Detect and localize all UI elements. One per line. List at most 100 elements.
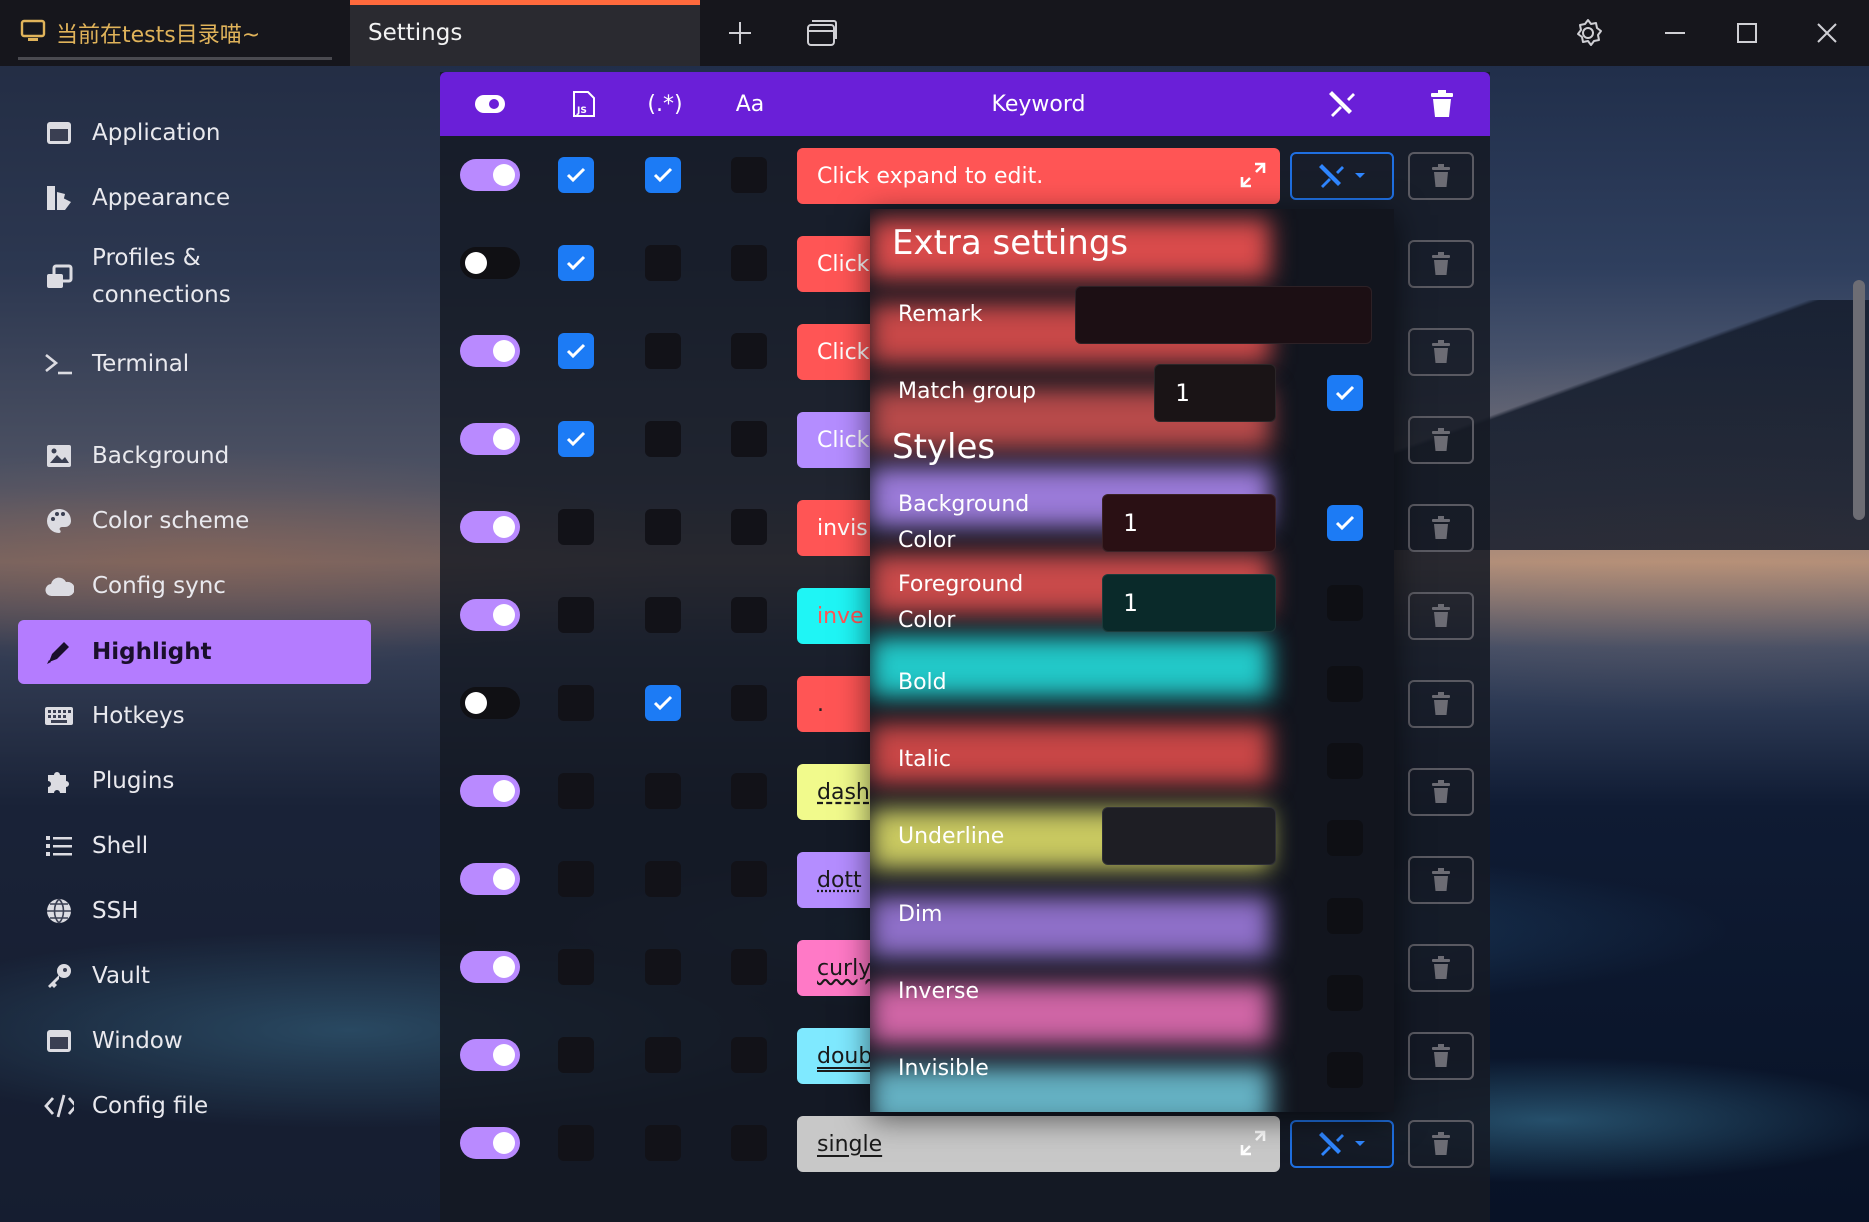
- regex-checkbox[interactable]: [645, 421, 681, 457]
- js-checkbox[interactable]: [558, 245, 594, 281]
- sidebar-item-appearance[interactable]: Appearance: [18, 166, 371, 230]
- enabled-toggle[interactable]: [460, 951, 520, 983]
- background-color-input[interactable]: 1: [1102, 494, 1276, 552]
- close-button[interactable]: [1802, 0, 1852, 66]
- terminal-tab[interactable]: 当前在tests目录喵~: [0, 0, 350, 66]
- case-checkbox[interactable]: [731, 1125, 767, 1161]
- case-checkbox[interactable]: [731, 861, 767, 897]
- regex-checkbox[interactable]: [645, 861, 681, 897]
- case-checkbox[interactable]: [731, 949, 767, 985]
- italic-checkbox[interactable]: [1327, 743, 1363, 779]
- case-checkbox[interactable]: [731, 773, 767, 809]
- enabled-toggle[interactable]: [460, 335, 520, 367]
- regex-checkbox[interactable]: [645, 509, 681, 545]
- dim-checkbox[interactable]: [1327, 898, 1363, 934]
- regex-checkbox[interactable]: [645, 773, 681, 809]
- new-tab-button[interactable]: [720, 0, 760, 66]
- js-checkbox[interactable]: [558, 773, 594, 809]
- enabled-toggle[interactable]: [460, 511, 520, 543]
- case-checkbox[interactable]: [731, 245, 767, 281]
- sidebar-item-plugins[interactable]: Plugins: [18, 749, 371, 813]
- case-checkbox[interactable]: [731, 421, 767, 457]
- delete-button[interactable]: [1408, 1120, 1474, 1168]
- regex-checkbox[interactable]: [645, 597, 681, 633]
- js-checkbox[interactable]: [558, 861, 594, 897]
- sidebar-item-config-sync[interactable]: Config sync: [18, 554, 371, 618]
- invisible-checkbox[interactable]: [1327, 1052, 1363, 1088]
- js-checkbox[interactable]: [558, 421, 594, 457]
- delete-button[interactable]: [1408, 1032, 1474, 1080]
- case-checkbox[interactable]: [731, 333, 767, 369]
- regex-checkbox[interactable]: [645, 245, 681, 281]
- keyword-field[interactable]: Click expand to edit.: [797, 148, 1280, 204]
- delete-button[interactable]: [1408, 504, 1474, 552]
- regex-checkbox[interactable]: [645, 1037, 681, 1073]
- bold-checkbox[interactable]: [1327, 666, 1363, 702]
- regex-checkbox[interactable]: [645, 685, 681, 721]
- sidebar-item-ssh[interactable]: SSH: [18, 879, 371, 943]
- case-checkbox[interactable]: [731, 1037, 767, 1073]
- js-checkbox[interactable]: [558, 685, 594, 721]
- page-scrollbar[interactable]: [1853, 280, 1865, 520]
- underline-checkbox[interactable]: [1327, 820, 1363, 856]
- minimize-button[interactable]: [1650, 0, 1700, 66]
- delete-button[interactable]: [1408, 416, 1474, 464]
- inverse-checkbox[interactable]: [1327, 975, 1363, 1011]
- case-checkbox[interactable]: [731, 685, 767, 721]
- keyword-field[interactable]: single: [797, 1116, 1280, 1172]
- sidebar-item-terminal[interactable]: Terminal: [18, 332, 371, 396]
- tools-dropdown-button[interactable]: [1290, 1120, 1394, 1168]
- delete-button[interactable]: [1408, 856, 1474, 904]
- js-checkbox[interactable]: [558, 333, 594, 369]
- js-checkbox[interactable]: [558, 157, 594, 193]
- delete-button[interactable]: [1408, 592, 1474, 640]
- sidebar-item-vault[interactable]: Vault: [18, 944, 371, 1008]
- tabs-overview-button[interactable]: [800, 0, 844, 66]
- enabled-toggle[interactable]: [460, 1039, 520, 1071]
- sidebar-item-profiles[interactable]: Profiles & connections: [18, 231, 371, 323]
- delete-button[interactable]: [1408, 680, 1474, 728]
- regex-checkbox[interactable]: [645, 949, 681, 985]
- enabled-toggle[interactable]: [460, 1127, 520, 1159]
- regex-checkbox[interactable]: [645, 157, 681, 193]
- enabled-toggle[interactable]: [460, 863, 520, 895]
- js-checkbox[interactable]: [558, 949, 594, 985]
- case-checkbox[interactable]: [731, 157, 767, 193]
- sidebar-item-window[interactable]: Window: [18, 1009, 371, 1073]
- enabled-toggle[interactable]: [460, 423, 520, 455]
- enabled-toggle[interactable]: [460, 775, 520, 807]
- settings-tab[interactable]: Settings: [350, 0, 700, 66]
- sidebar-item-application[interactable]: Application: [18, 101, 371, 165]
- case-checkbox[interactable]: [731, 509, 767, 545]
- case-checkbox[interactable]: [731, 597, 767, 633]
- js-checkbox[interactable]: [558, 1125, 594, 1161]
- regex-checkbox[interactable]: [645, 333, 681, 369]
- maximize-button[interactable]: [1722, 0, 1772, 66]
- tools-dropdown-button[interactable]: [1290, 152, 1394, 200]
- sidebar-item-config-file[interactable]: Config file: [18, 1074, 371, 1138]
- delete-button[interactable]: [1408, 768, 1474, 816]
- match-group-checkbox[interactable]: [1327, 375, 1363, 411]
- js-checkbox[interactable]: [558, 1037, 594, 1073]
- js-checkbox[interactable]: [558, 509, 594, 545]
- settings-button[interactable]: [1568, 0, 1608, 66]
- js-checkbox[interactable]: [558, 597, 594, 633]
- background-color-checkbox[interactable]: [1327, 505, 1363, 541]
- underline-select[interactable]: [1102, 807, 1276, 865]
- regex-checkbox[interactable]: [645, 1125, 681, 1161]
- enabled-toggle[interactable]: [460, 247, 520, 279]
- foreground-color-checkbox[interactable]: [1327, 585, 1363, 621]
- enabled-toggle[interactable]: [460, 687, 520, 719]
- sidebar-item-background[interactable]: Background: [18, 424, 371, 488]
- enabled-toggle[interactable]: [460, 599, 520, 631]
- sidebar-item-hotkeys[interactable]: Hotkeys: [18, 684, 371, 748]
- sidebar-item-color-scheme[interactable]: Color scheme: [18, 489, 371, 553]
- delete-button[interactable]: [1408, 240, 1474, 288]
- sidebar-item-highlight[interactable]: Highlight: [18, 620, 371, 684]
- enabled-toggle[interactable]: [460, 159, 520, 191]
- sidebar-item-shell[interactable]: Shell: [18, 814, 371, 878]
- expand-button[interactable]: [1240, 162, 1266, 194]
- foreground-color-input[interactable]: 1: [1102, 574, 1276, 632]
- delete-button[interactable]: [1408, 944, 1474, 992]
- remark-input[interactable]: [1075, 286, 1372, 344]
